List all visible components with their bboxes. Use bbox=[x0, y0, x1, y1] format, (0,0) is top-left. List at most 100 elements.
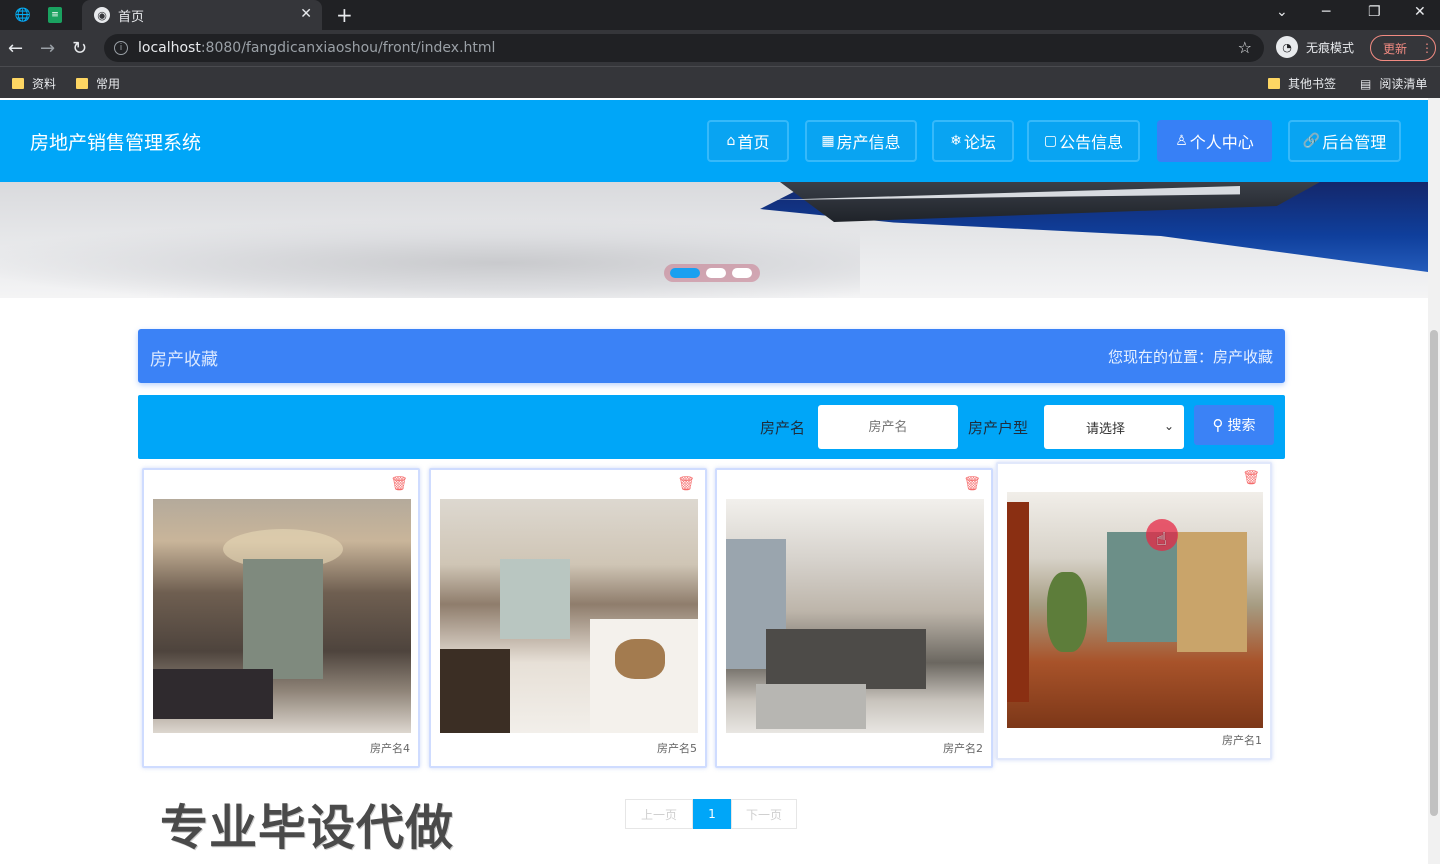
photo-window bbox=[243, 559, 323, 679]
browser-tab-strip: 🌐 ≡ ◉ 首页 ✕ + ⌄ ─ ❐ ✕ bbox=[0, 0, 1440, 30]
reading-list[interactable]: ▤ 阅读清单 bbox=[1360, 75, 1427, 92]
forward-arrow-icon[interactable]: → bbox=[40, 38, 55, 59]
restore-button[interactable]: ❐ bbox=[1368, 4, 1381, 20]
bookmark-star-icon[interactable]: ☆ bbox=[1238, 38, 1252, 57]
user-icon: ♙ bbox=[1175, 133, 1188, 149]
note-icon: ▢ bbox=[1043, 133, 1058, 149]
favorite-card[interactable]: 🗑 房产名5 bbox=[429, 468, 707, 768]
property-photo bbox=[726, 499, 984, 733]
link-icon: 🔗 bbox=[1302, 133, 1321, 149]
url-host: localhost bbox=[138, 40, 201, 56]
incognito-icon: ◔ bbox=[1276, 36, 1298, 58]
bookmark-folder-ziliao[interactable]: 资料 bbox=[12, 75, 56, 92]
scrollbar-thumb[interactable] bbox=[1430, 330, 1438, 816]
nav-property-info[interactable]: ▦ 房产信息 bbox=[805, 120, 917, 162]
chevron-down-icon: ⌄ bbox=[1163, 419, 1174, 433]
browser-globe-icon[interactable]: 🌐 bbox=[12, 4, 34, 26]
carousel-banner[interactable] bbox=[0, 182, 1428, 298]
trash-icon[interactable]: 🗑 bbox=[390, 476, 408, 492]
prev-page-button[interactable]: 上一页 bbox=[625, 799, 693, 829]
bookmark-folder-changyong[interactable]: 常用 bbox=[76, 75, 120, 92]
nav-admin[interactable]: 🔗 后台管理 bbox=[1288, 120, 1401, 162]
new-tab-button[interactable]: + bbox=[336, 3, 353, 27]
nav-personal-center-label: 个人中心 bbox=[1189, 133, 1254, 152]
next-page-button[interactable]: 下一页 bbox=[731, 799, 797, 829]
property-photo bbox=[153, 499, 411, 733]
property-name: 房产名5 bbox=[657, 742, 697, 755]
close-window-button[interactable]: ✕ bbox=[1414, 4, 1426, 20]
nav-home-label: 首页 bbox=[737, 133, 770, 152]
carousel-dot-2[interactable] bbox=[706, 268, 726, 278]
watermark-text: 专业毕设代做 bbox=[160, 800, 455, 856]
name-filter-label: 房产名 bbox=[760, 419, 806, 437]
browser-tab[interactable]: ◉ 首页 ✕ bbox=[82, 0, 322, 30]
incognito-indicator[interactable]: ◔ 无痕模式 bbox=[1276, 36, 1354, 58]
property-name: 房产名2 bbox=[943, 742, 983, 755]
folder-icon bbox=[76, 78, 88, 89]
favorite-card[interactable]: 🗑 房产名4 bbox=[142, 468, 420, 768]
back-arrow-icon[interactable]: ← bbox=[8, 38, 23, 59]
page-1-button[interactable]: 1 bbox=[693, 799, 731, 829]
property-photo bbox=[440, 499, 698, 733]
tab-favicon-icon: ◉ bbox=[94, 7, 110, 23]
nav-notice-label: 公告信息 bbox=[1059, 133, 1124, 152]
minimize-button[interactable]: ─ bbox=[1322, 4, 1330, 20]
search-button-label: 搜索 bbox=[1227, 418, 1256, 434]
section-title: 房产收藏 bbox=[150, 350, 218, 370]
folder-icon bbox=[1268, 78, 1280, 89]
sheets-app-icon[interactable]: ≡ bbox=[48, 7, 62, 23]
nav-forum[interactable]: ❄ 论坛 bbox=[932, 120, 1014, 162]
page-scrollbar[interactable] bbox=[1428, 98, 1440, 864]
nav-forum-label: 论坛 bbox=[963, 133, 996, 152]
carousel-dot-3[interactable] bbox=[732, 268, 752, 278]
other-bookmarks-label: 其他书签 bbox=[1288, 77, 1337, 91]
search-icon: ⚲ bbox=[1212, 416, 1224, 434]
search-button[interactable]: ⚲ 搜索 bbox=[1194, 405, 1274, 445]
home-icon: ⌂ bbox=[726, 133, 736, 149]
folder-icon bbox=[12, 78, 24, 89]
carousel-indicators bbox=[664, 264, 760, 282]
carousel-dot-1[interactable] bbox=[670, 268, 700, 278]
trash-icon[interactable]: 🗑 bbox=[963, 476, 981, 492]
trash-icon[interactable]: 🗑 bbox=[1242, 470, 1260, 486]
name-search-input[interactable] bbox=[818, 405, 958, 449]
bookmarks-bar: 资料 常用 其他书签 ▤ 阅读清单 bbox=[0, 66, 1440, 98]
photo-door bbox=[1007, 502, 1029, 702]
other-bookmarks[interactable]: 其他书签 bbox=[1268, 75, 1336, 92]
tab-close-icon[interactable]: ✕ bbox=[300, 6, 312, 22]
nav-home[interactable]: ⌂ 首页 bbox=[707, 120, 789, 162]
trash-icon[interactable]: 🗑 bbox=[677, 476, 695, 492]
tab-title: 首页 bbox=[118, 9, 145, 25]
photo-plant bbox=[1047, 572, 1087, 652]
nav-notice[interactable]: ▢ 公告信息 bbox=[1027, 120, 1140, 162]
breadcrumb: 您现在的位置：房产收藏 bbox=[1108, 346, 1273, 367]
more-menu-icon: ⋮ bbox=[1421, 41, 1434, 55]
site-title: 房地产销售管理系统 bbox=[30, 132, 202, 154]
breadcrumb-label: 您现在的位置： bbox=[1107, 348, 1213, 366]
site-info-icon[interactable]: i bbox=[114, 41, 128, 55]
grid-icon: ▦ bbox=[821, 133, 835, 149]
favorite-card[interactable]: 🗑 房产名1 bbox=[996, 462, 1272, 760]
search-bar: 房产名 房产户型 请选择 ⌄ ⚲搜索 bbox=[138, 395, 1285, 459]
favorite-card[interactable]: 🗑 房产名2 bbox=[715, 468, 993, 768]
type-filter-label: 房产户型 bbox=[968, 419, 1029, 437]
snowflake-icon: ❄ bbox=[950, 133, 962, 149]
hand-cursor-icon: ☝ bbox=[1156, 529, 1167, 550]
reload-icon[interactable]: ↻ bbox=[72, 38, 87, 59]
address-toolbar: ← → ↻ i localhost:8080/fangdicanxiaoshou… bbox=[0, 30, 1440, 66]
property-name: 房产名1 bbox=[1222, 734, 1262, 747]
photo-chair bbox=[615, 639, 665, 679]
photo-sofa bbox=[766, 629, 926, 689]
type-select[interactable]: 请选择 ⌄ bbox=[1044, 405, 1184, 449]
bookmark-label: 资料 bbox=[32, 77, 57, 91]
photo-sofa bbox=[153, 669, 273, 719]
reading-list-icon: ▤ bbox=[1360, 76, 1372, 91]
url-field[interactable]: i localhost:8080/fangdicanxiaoshou/front… bbox=[104, 34, 1264, 62]
banner-mist bbox=[0, 218, 860, 298]
update-button[interactable]: 更新 ⋮ bbox=[1370, 35, 1436, 61]
nav-personal-center[interactable]: ♙ 个人中心 bbox=[1157, 120, 1272, 162]
photo-table bbox=[440, 649, 510, 733]
incognito-label: 无痕模式 bbox=[1306, 40, 1355, 55]
tab-search-icon[interactable]: ⌄ bbox=[1276, 4, 1288, 20]
type-select-value: 请选择 bbox=[1086, 421, 1126, 437]
